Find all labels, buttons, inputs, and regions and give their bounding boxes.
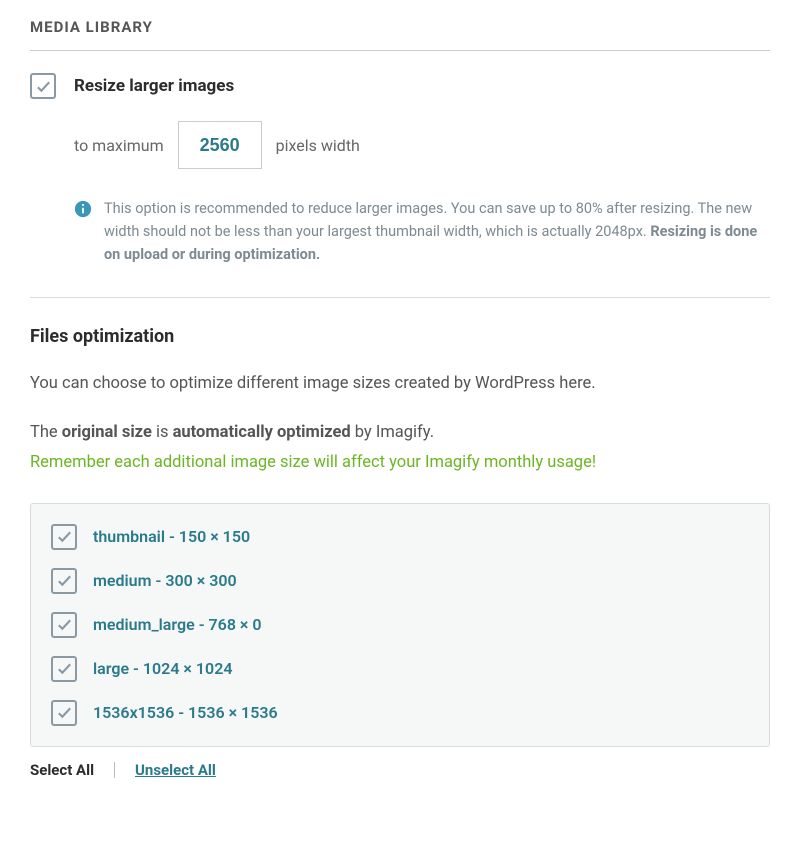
resize-info: This option is recommended to reduce lar… xyxy=(74,197,770,267)
check-icon xyxy=(35,78,52,95)
files-opt-intro: You can choose to optimize different ima… xyxy=(30,371,770,397)
info-icon xyxy=(74,200,92,218)
section-header: MEDIA LIBRARY xyxy=(30,0,770,51)
files-opt-line2: The original size is automatically optim… xyxy=(30,420,770,446)
line2-suffix: by Imagify. xyxy=(351,423,434,442)
line2-prefix: The xyxy=(30,423,62,442)
size-label[interactable]: large - 1024 × 1024 xyxy=(93,659,232,678)
size-checkbox[interactable] xyxy=(51,568,77,594)
image-sizes-box: thumbnail - 150 × 150 medium - 300 × 300… xyxy=(30,503,770,747)
size-item: large - 1024 × 1024 xyxy=(51,656,749,682)
size-item: thumbnail - 150 × 150 xyxy=(51,524,749,550)
max-width-row: to maximum pixels width xyxy=(74,121,770,169)
size-item: medium_large - 768 × 0 xyxy=(51,612,749,638)
check-icon xyxy=(56,528,73,545)
files-opt-heading: Files optimization xyxy=(30,326,770,347)
size-item: 1536x1536 - 1536 × 1536 xyxy=(51,700,749,726)
resize-checkbox[interactable] xyxy=(30,73,56,99)
size-label[interactable]: 1536x1536 - 1536 × 1536 xyxy=(93,703,278,722)
line2-b2: automatically optimized xyxy=(173,423,351,442)
resize-section: Resize larger images to maximum pixels w… xyxy=(30,51,770,298)
max-suffix-label: pixels width xyxy=(276,136,360,155)
select-all-link[interactable]: Select All xyxy=(30,761,94,779)
resize-checkbox-row: Resize larger images xyxy=(30,73,770,99)
size-label[interactable]: thumbnail - 150 × 150 xyxy=(93,527,250,546)
check-icon xyxy=(56,704,73,721)
size-checkbox[interactable] xyxy=(51,524,77,550)
max-prefix-label: to maximum xyxy=(74,136,164,155)
line2-mid: is xyxy=(152,423,173,442)
files-opt-warning: Remember each additional image size will… xyxy=(30,450,770,476)
size-checkbox[interactable] xyxy=(51,700,77,726)
line2-b1: original size xyxy=(62,423,152,442)
select-actions-row: Select All Unselect All xyxy=(30,761,770,779)
info-text: This option is recommended to reduce lar… xyxy=(104,197,770,267)
check-icon xyxy=(56,616,73,633)
size-checkbox[interactable] xyxy=(51,656,77,682)
check-icon xyxy=(56,572,73,589)
divider xyxy=(114,762,115,778)
size-checkbox[interactable] xyxy=(51,612,77,638)
max-width-input[interactable] xyxy=(178,121,262,169)
unselect-all-link[interactable]: Unselect All xyxy=(135,761,216,779)
resize-checkbox-label: Resize larger images xyxy=(74,76,234,96)
size-label[interactable]: medium - 300 × 300 xyxy=(93,571,237,590)
size-label[interactable]: medium_large - 768 × 0 xyxy=(93,615,262,634)
size-item: medium - 300 × 300 xyxy=(51,568,749,594)
files-optimization-section: Files optimization You can choose to opt… xyxy=(30,298,770,779)
check-icon xyxy=(56,660,73,677)
